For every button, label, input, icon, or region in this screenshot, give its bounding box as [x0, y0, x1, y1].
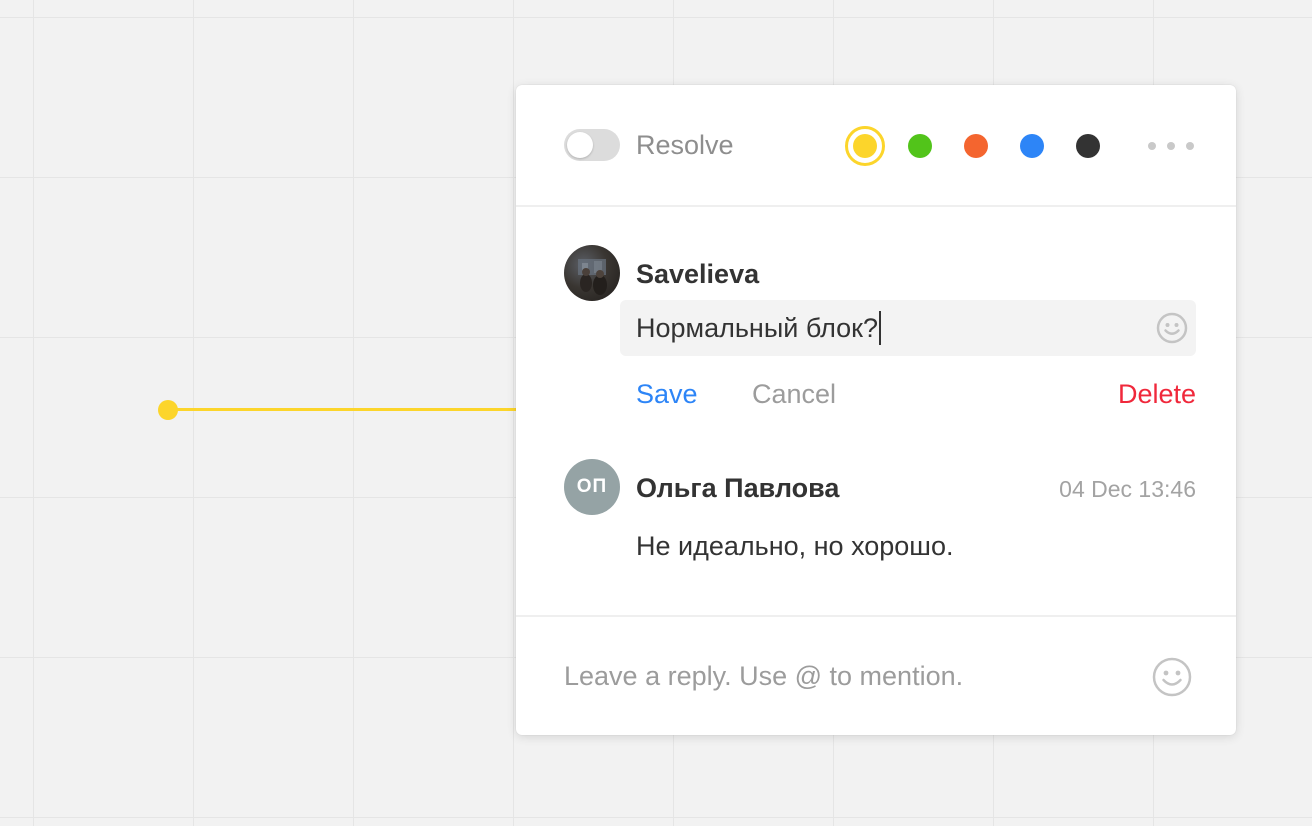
- text-caret: [879, 311, 881, 345]
- comment-edit-text[interactable]: Нормальный блок?: [636, 311, 881, 345]
- more-dot: [1186, 142, 1194, 150]
- cancel-button[interactable]: Cancel: [752, 377, 836, 411]
- color-swatch-yellow[interactable]: [845, 126, 885, 166]
- comment-body: Не идеально, но хорошо.: [636, 531, 954, 561]
- color-swatch-yellow-fill: [853, 134, 877, 158]
- more-dots-icon[interactable]: [1148, 137, 1194, 155]
- color-swatch-green[interactable]: [908, 134, 932, 158]
- color-swatch-blue[interactable]: [1020, 134, 1044, 158]
- comment-author: Ольга Павлова: [636, 473, 840, 503]
- comment-connector-line: [168, 408, 518, 411]
- smiley-icon[interactable]: [1156, 312, 1188, 349]
- resolve-label: Resolve: [636, 130, 734, 160]
- comment-author: Savelieva: [636, 259, 760, 289]
- comment-timestamp: 04 Dec 13:46: [1059, 476, 1196, 502]
- delete-button[interactable]: Delete: [1118, 377, 1196, 411]
- comment-anchor-dot[interactable]: [158, 400, 178, 420]
- more-dot: [1148, 142, 1156, 150]
- comment-header: Resolve: [516, 85, 1236, 207]
- comment-edit-field[interactable]: Нормальный блок?: [620, 300, 1196, 356]
- reply-area: [516, 615, 1236, 737]
- save-button[interactable]: Save: [636, 377, 698, 411]
- resolve-toggle-knob: [567, 132, 593, 158]
- reply-input[interactable]: [564, 657, 1124, 695]
- smiley-icon[interactable]: [1152, 657, 1192, 702]
- resolve-toggle[interactable]: [564, 129, 620, 161]
- avatar-initials: ОП: [564, 459, 620, 515]
- color-swatch-orange[interactable]: [964, 134, 988, 158]
- comment-panel: Resolve Savelieva Нормальный блок? Save …: [516, 85, 1236, 735]
- more-dot: [1167, 142, 1175, 150]
- comment-edit-value: Нормальный блок?: [636, 313, 878, 343]
- color-swatch-black[interactable]: [1076, 134, 1100, 158]
- avatar: [564, 245, 620, 301]
